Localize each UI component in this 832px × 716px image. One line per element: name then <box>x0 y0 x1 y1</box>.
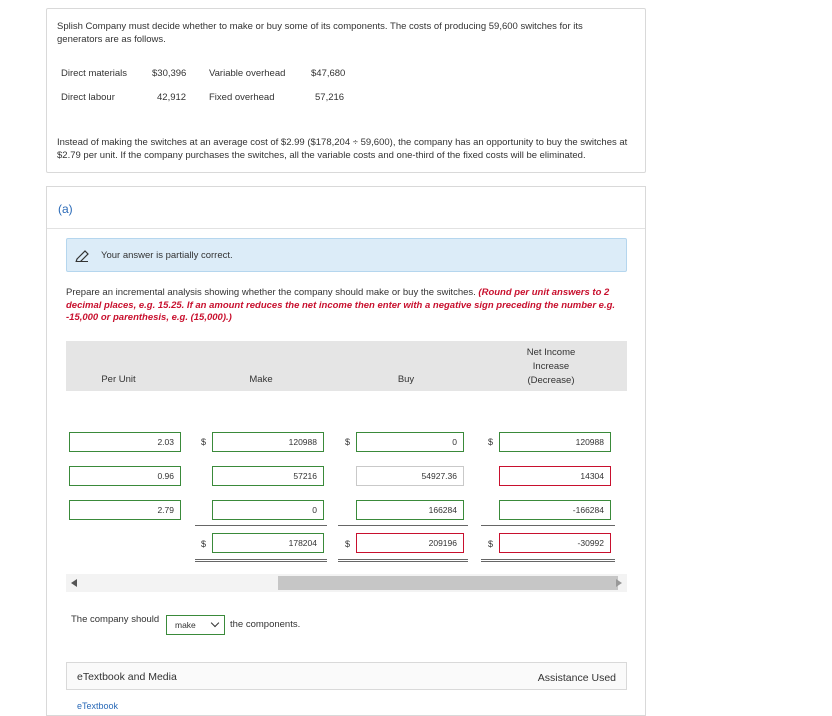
scroll-thumb[interactable] <box>278 576 618 590</box>
net-input[interactable]: 120988 <box>499 432 611 452</box>
currency-symbol: $ <box>201 437 207 447</box>
buy-input[interactable]: 166284 <box>356 500 464 520</box>
cost-value: $30,396 <box>152 68 187 79</box>
subtotal-rule <box>481 525 615 526</box>
part-a-panel: (a) Your answer is partially correct. Pr… <box>46 186 646 716</box>
per-unit-input[interactable]: 2.79 <box>69 500 181 520</box>
currency-symbol: $ <box>201 539 207 549</box>
per-unit-input[interactable]: 0.96 <box>69 466 181 486</box>
total-rule <box>195 561 327 562</box>
make-input[interactable]: 0 <box>212 500 324 520</box>
incremental-analysis-table: 2.03 $ 120988 $ 0 $ 120988 0.96 57216 54… <box>47 187 647 607</box>
scroll-right-arrow-icon[interactable] <box>616 579 622 587</box>
etextbook-media-label: eTextbook and Media <box>77 671 177 683</box>
net-input[interactable]: 14304 <box>499 466 611 486</box>
etextbook-media-bar[interactable]: eTextbook and Media Assistance Used <box>66 662 627 690</box>
buy-input[interactable]: 54927.36 <box>356 466 464 486</box>
make-total-input[interactable]: 178204 <box>212 533 324 553</box>
cost-value: 57,216 <box>315 92 345 103</box>
problem-statement: Splish Company must decide whether to ma… <box>46 8 646 173</box>
conclusion-suffix: the components. <box>230 619 301 630</box>
cost-label: Direct labour <box>61 92 115 103</box>
problem-details: Instead of making the switches at an ave… <box>57 137 628 161</box>
chevron-down-icon <box>210 618 220 628</box>
subtotal-rule <box>338 525 468 526</box>
currency-symbol: $ <box>488 539 494 549</box>
cost-value: $47,680 <box>311 68 346 79</box>
make-or-buy-select[interactable]: make <box>166 615 225 635</box>
total-rule <box>481 559 615 560</box>
subtotal-rule <box>195 525 327 526</box>
per-unit-input[interactable]: 2.03 <box>69 432 181 452</box>
conclusion-prefix: The company should <box>71 614 160 625</box>
cost-label: Variable overhead <box>209 68 286 79</box>
net-input[interactable]: -166284 <box>499 500 611 520</box>
etextbook-link[interactable]: eTextbook <box>77 701 118 711</box>
cost-label: Direct materials <box>61 68 127 79</box>
problem-intro: Splish Company must decide whether to ma… <box>57 21 583 45</box>
currency-symbol: $ <box>345 437 351 447</box>
scroll-left-arrow-icon[interactable] <box>71 579 77 587</box>
currency-symbol: $ <box>345 539 351 549</box>
cost-value: 42,912 <box>157 92 187 103</box>
currency-symbol: $ <box>488 437 494 447</box>
total-rule <box>338 561 468 562</box>
total-rule <box>338 559 468 560</box>
horizontal-scrollbar[interactable] <box>66 574 627 592</box>
net-total-input[interactable]: -30992 <box>499 533 611 553</box>
buy-input[interactable]: 0 <box>356 432 464 452</box>
make-input[interactable]: 57216 <box>212 466 324 486</box>
total-rule <box>195 559 327 560</box>
select-value: make <box>175 620 196 630</box>
buy-total-input[interactable]: 209196 <box>356 533 464 553</box>
make-input[interactable]: 120988 <box>212 432 324 452</box>
cost-label: Fixed overhead <box>209 92 275 103</box>
assistance-used-label: Assistance Used <box>537 672 616 684</box>
total-rule <box>481 561 615 562</box>
